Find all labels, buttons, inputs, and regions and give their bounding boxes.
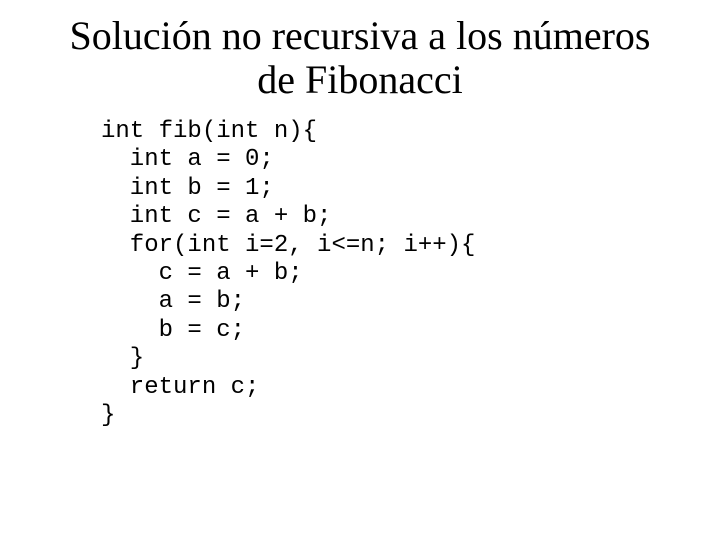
code-line: int a = 0;	[101, 146, 274, 174]
code-line: b = c;	[101, 316, 246, 344]
code-block: int fib(int n){ int a = 0; int b = 1; in…	[101, 118, 475, 430]
code-line: }	[101, 345, 145, 373]
slide-title-line-2: de Fibonacci	[257, 57, 463, 102]
code-line: }	[101, 401, 116, 429]
slide-title: Solución no recursiva a los números de F…	[0, 14, 720, 102]
code-line: a = b;	[101, 288, 246, 316]
code-line: for(int i=2, i<=n; i++){	[101, 231, 476, 259]
code-line: int b = 1;	[101, 174, 274, 202]
code-line: int c = a + b;	[101, 203, 332, 231]
code-line: c = a + b;	[101, 259, 303, 287]
code-line: return c;	[101, 373, 260, 401]
slide-title-line-1: Solución no recursiva a los números	[69, 13, 651, 58]
code-line: int fib(int n){	[101, 118, 318, 145]
